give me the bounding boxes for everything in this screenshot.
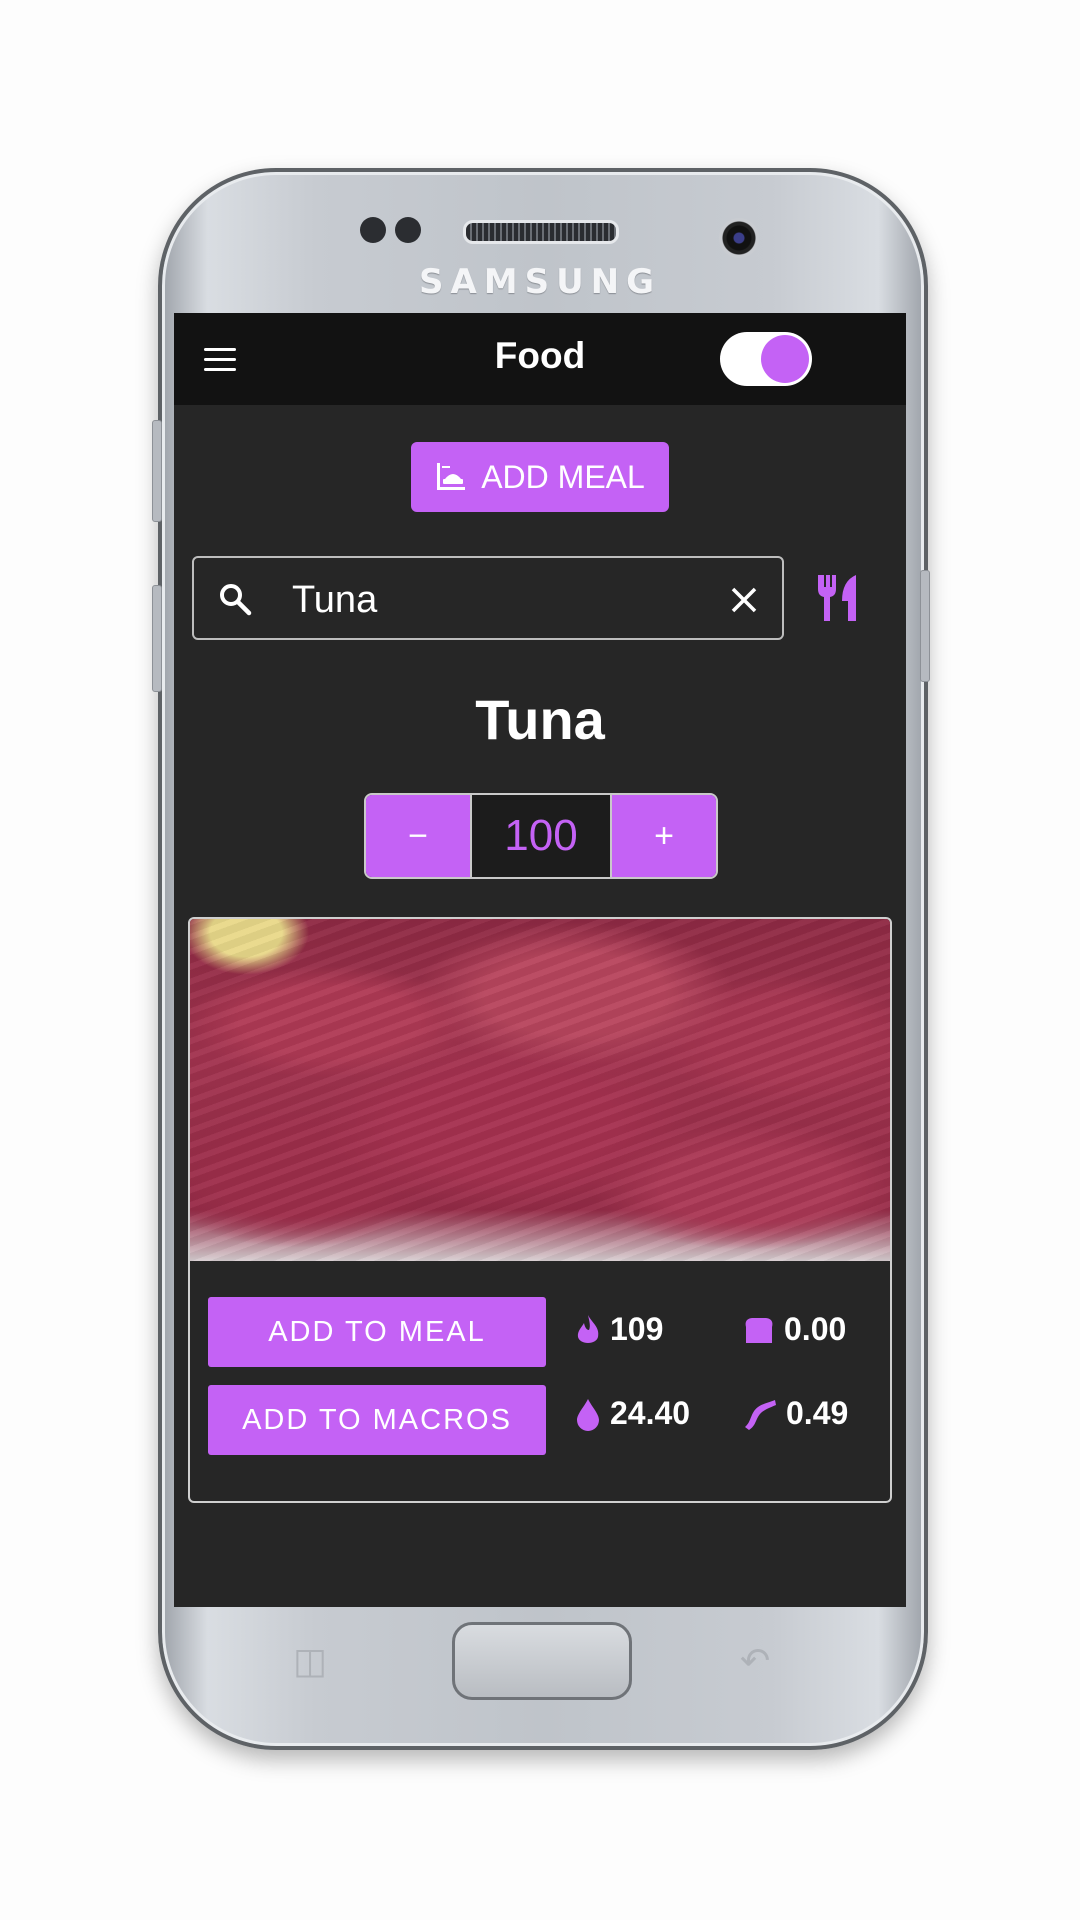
quantity-value[interactable]: 100	[470, 795, 612, 877]
fat-stat: 0.49	[742, 1395, 848, 1432]
quantity-stepper: − 100 +	[364, 793, 718, 879]
add-meal-button[interactable]: ADD MEAL	[411, 442, 669, 512]
calories-value: 109	[610, 1311, 664, 1347]
close-icon[interactable]	[730, 586, 758, 614]
add-meal-label: ADD MEAL	[481, 458, 645, 495]
search-bar[interactable]	[192, 556, 784, 640]
drop-icon	[577, 1398, 599, 1431]
food-name: Tuna	[475, 688, 605, 751]
sensor-dot	[395, 217, 421, 243]
power-button	[920, 570, 930, 682]
sensor-dot	[360, 217, 386, 243]
device-brand: SAMSUNG	[418, 262, 662, 302]
dark-mode-toggle[interactable]	[720, 332, 812, 386]
back-icon[interactable]: ↶	[740, 1640, 770, 1682]
calories-stat: 109	[574, 1311, 663, 1348]
search-icon	[220, 584, 252, 616]
carbs-stat: 0.00	[742, 1311, 846, 1348]
front-camera	[719, 218, 759, 258]
utensils-icon[interactable]	[816, 573, 862, 623]
flame-icon	[577, 1314, 599, 1343]
protein-stat: 24.40	[574, 1395, 690, 1432]
volume-up-button	[152, 420, 162, 522]
bread-icon	[745, 1317, 773, 1343]
bacon-icon	[745, 1399, 776, 1430]
meal-scale-icon	[437, 463, 466, 490]
moon-icon	[860, 339, 882, 383]
add-to-meal-button[interactable]: ADD TO MEAL	[208, 1297, 546, 1367]
increase-button[interactable]: +	[612, 795, 716, 877]
recent-apps-icon[interactable]: ◫	[293, 1640, 327, 1682]
fat-value: 0.49	[786, 1395, 849, 1431]
home-button[interactable]	[452, 1622, 632, 1700]
app-screen: Food ADD MEAL Tuna Tuna − 100 + ADD TO M…	[174, 313, 906, 1607]
add-to-macros-button[interactable]: ADD TO MACROS	[208, 1385, 546, 1455]
search-input[interactable]	[290, 572, 694, 628]
carbs-value: 0.00	[784, 1311, 847, 1347]
toggle-knob	[761, 335, 809, 383]
decrease-button[interactable]: −	[366, 795, 470, 877]
volume-down-button	[152, 585, 162, 692]
earpiece-speaker	[463, 220, 619, 244]
food-card: ADD TO MEAL ADD TO MACROS 109 0.00 24.40…	[188, 917, 892, 1503]
protein-value: 24.40	[610, 1395, 691, 1431]
food-image	[190, 919, 890, 1261]
app-bar: Food	[174, 313, 906, 405]
hamburger-menu-icon[interactable]	[204, 348, 236, 372]
